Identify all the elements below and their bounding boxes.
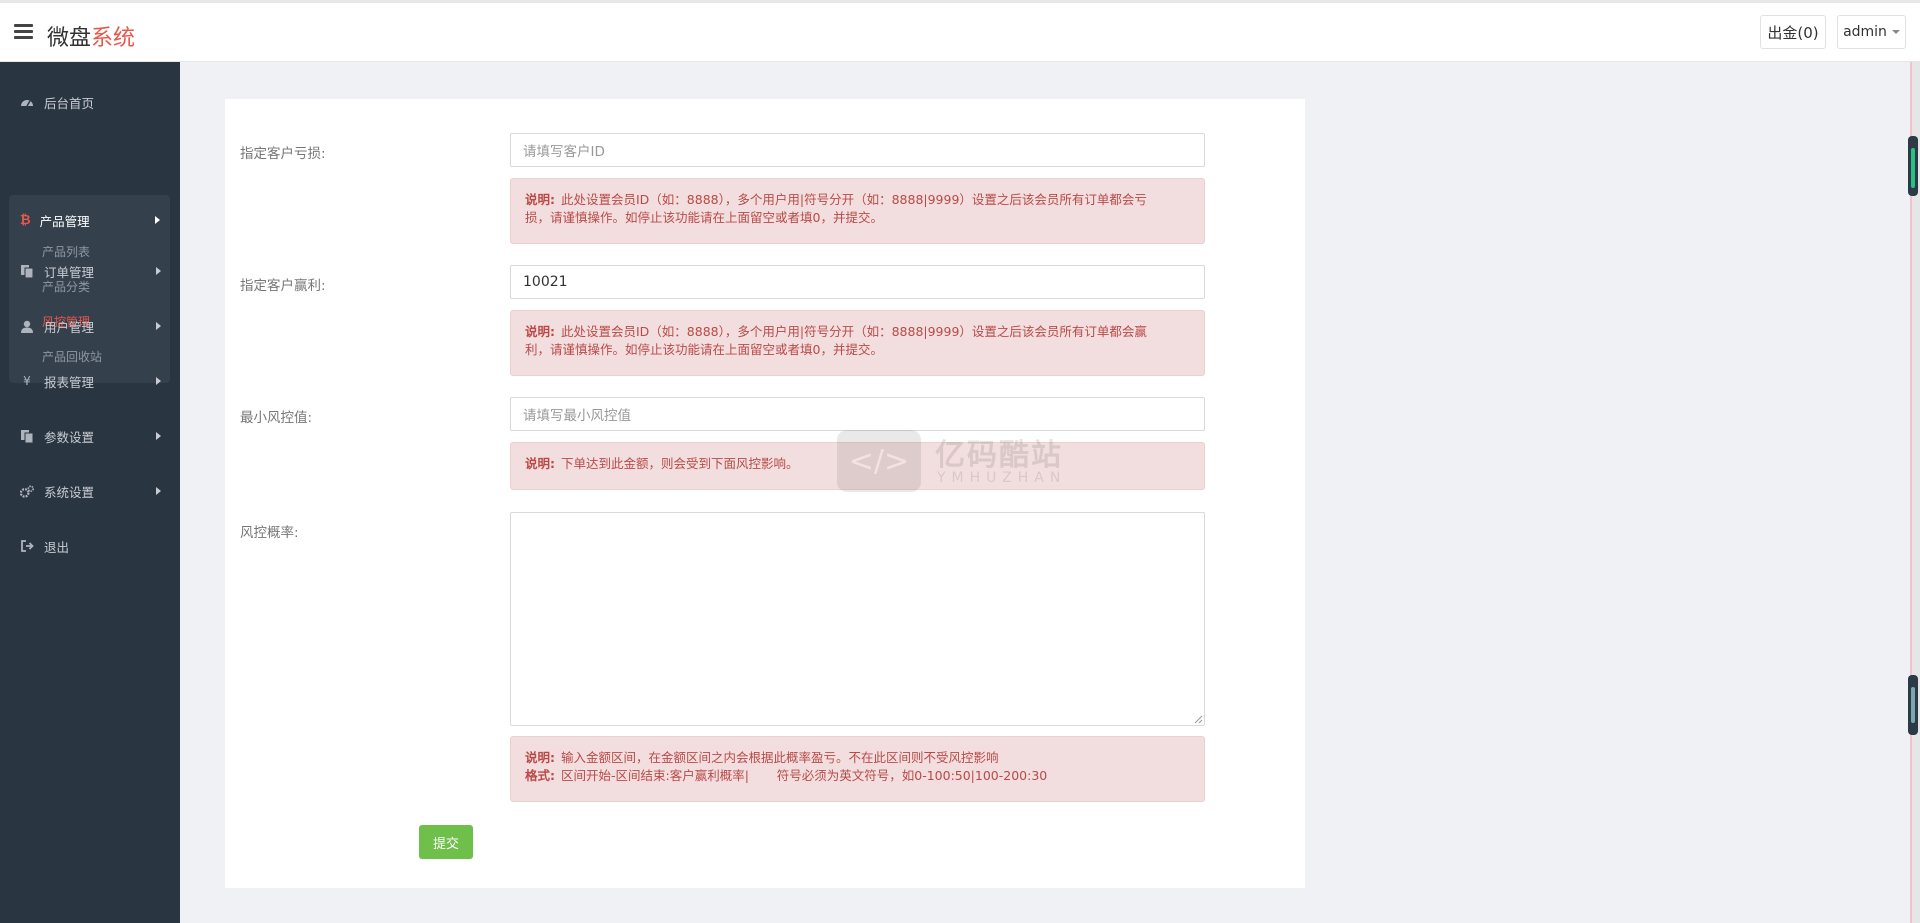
probability-textarea[interactable]	[510, 512, 1205, 726]
withdraw-button[interactable]: 出金(0)	[1760, 15, 1826, 49]
note-text: 此处设置会员ID（如：8888），多个用户用|符号分开（如：8888|9999）…	[561, 324, 1147, 339]
sidebar-item-label: 退出	[44, 539, 70, 555]
chevron-right-icon	[156, 487, 161, 495]
sidebar-item-reports[interactable]: ¥ 报表管理	[0, 366, 180, 396]
min-risk-placeholder: 请填写最小风控值	[523, 408, 631, 424]
note-text: 区间开始-区间结束:客户赢利概率| 符号必须为英文符号，如0-100:50|10…	[561, 768, 1048, 783]
sidebar-item-label: 订单管理	[44, 264, 95, 280]
note-label: 说明:	[525, 456, 555, 471]
profit-note: 说明: 此处设置会员ID（如：8888），多个用户用|符号分开（如：8888|99…	[510, 310, 1205, 376]
sidebar-group-products: ₿ 产品管理 产品列表 产品分类 风控管理 产品回收站	[9, 195, 170, 383]
sidebar-item-label: 参数设置	[44, 429, 95, 445]
resize-handle-icon[interactable]	[1194, 715, 1203, 724]
submit-button[interactable]: 提交	[419, 825, 473, 859]
loss-customer-input[interactable]: 请填写客户ID	[510, 133, 1205, 167]
note-text: 此处设置会员ID（如：8888），多个用户用|符号分开（如：8888|9999）…	[561, 192, 1147, 207]
brand-main: 微盘	[47, 26, 92, 51]
profit-value: 10021	[523, 274, 568, 290]
sidebar: 后台首页 ₿ 产品管理 产品列表 产品分类 风控管理 产品回收站 订单管理 用户…	[0, 62, 180, 923]
scrollbar-thumb-secondary[interactable]	[1908, 675, 1918, 735]
probability-label: 风控概率:	[240, 525, 299, 541]
sign-out-icon	[20, 539, 34, 553]
profit-label: 指定客户赢利:	[240, 278, 326, 294]
sidebar-item-label: 系统设置	[44, 484, 95, 500]
user-name: admin	[1843, 24, 1887, 40]
gears-icon	[20, 484, 34, 498]
copy-icon	[20, 264, 34, 278]
chevron-right-icon	[156, 377, 161, 385]
note-text: 利，请谨慎操作。如停止该功能请在上面留空或者填0，并提交。	[525, 342, 883, 357]
chevron-right-icon	[156, 322, 161, 330]
bitcoin-icon: ₿	[20, 213, 31, 228]
loss-label: 指定客户亏损:	[240, 146, 326, 162]
copy-icon	[20, 429, 34, 443]
chevron-right-icon	[155, 216, 160, 224]
dashboard-icon	[20, 95, 34, 109]
sidebar-subitem-recycle-bin[interactable]: 产品回收站	[42, 348, 102, 365]
scrollbar-thumb[interactable]	[1908, 136, 1918, 196]
min-risk-input[interactable]: 请填写最小风控值	[510, 397, 1205, 431]
risk-control-form: 指定客户亏损: 请填写客户ID 说明: 此处设置会员ID（如：8888），多个用户…	[225, 99, 1305, 888]
sidebar-item-label: 产品管理	[39, 213, 90, 229]
sidebar-item-label: 后台首页	[44, 95, 95, 111]
sidebar-item-orders[interactable]: 订单管理	[0, 256, 180, 286]
sidebar-item-dashboard[interactable]: 后台首页	[0, 87, 180, 117]
user-menu-button[interactable]: admin	[1837, 15, 1906, 49]
profit-customer-input[interactable]: 10021	[510, 265, 1205, 299]
sidebar-item-params[interactable]: 参数设置	[0, 421, 180, 451]
note-label: 说明:	[525, 750, 555, 765]
sidebar-item-users[interactable]: 用户管理	[0, 311, 180, 341]
sidebar-item-label: 用户管理	[44, 319, 95, 335]
chevron-right-icon	[156, 267, 161, 275]
yen-icon: ¥	[23, 374, 31, 388]
caret-down-icon	[1891, 30, 1900, 34]
note-label: 格式:	[525, 768, 555, 783]
sidebar-item-system[interactable]: 系统设置	[0, 476, 180, 506]
note-text: 输入金额区间，在金额区间之内会根据此概率盈亏。不在此区间则不受风控影响	[561, 750, 999, 765]
brand-accent: 系统	[91, 26, 136, 51]
top-header: 微盘系统 出金(0) admin	[0, 0, 1920, 62]
chevron-right-icon	[156, 432, 161, 440]
loss-note: 说明: 此处设置会员ID（如：8888），多个用户用|符号分开（如：8888|99…	[510, 178, 1205, 244]
loss-placeholder: 请填写客户ID	[523, 144, 605, 160]
note-label: 说明:	[525, 192, 555, 207]
brand-logo[interactable]: 微盘系统	[47, 20, 135, 52]
menu-toggle-icon[interactable]	[14, 24, 33, 40]
sidebar-item-label: 报表管理	[44, 374, 95, 390]
sidebar-item-products[interactable]: ₿ 产品管理	[9, 195, 170, 245]
min-risk-note: 说明: 下单达到此金额，则会受到下面风控影响。	[510, 442, 1205, 490]
probability-note: 说明: 输入金额区间，在金额区间之内会根据此概率盈亏。不在此区间则不受风控影响 格…	[510, 736, 1205, 802]
note-text: 损，请谨慎操作。如停止该功能请在上面留空或者填0，并提交。	[525, 210, 883, 225]
user-icon	[20, 319, 34, 333]
sidebar-item-logout[interactable]: 退出	[0, 531, 180, 561]
note-label: 说明:	[525, 324, 555, 339]
note-text: 下单达到此金额，则会受到下面风控影响。	[561, 456, 799, 471]
min-risk-label: 最小风控值:	[240, 410, 313, 426]
